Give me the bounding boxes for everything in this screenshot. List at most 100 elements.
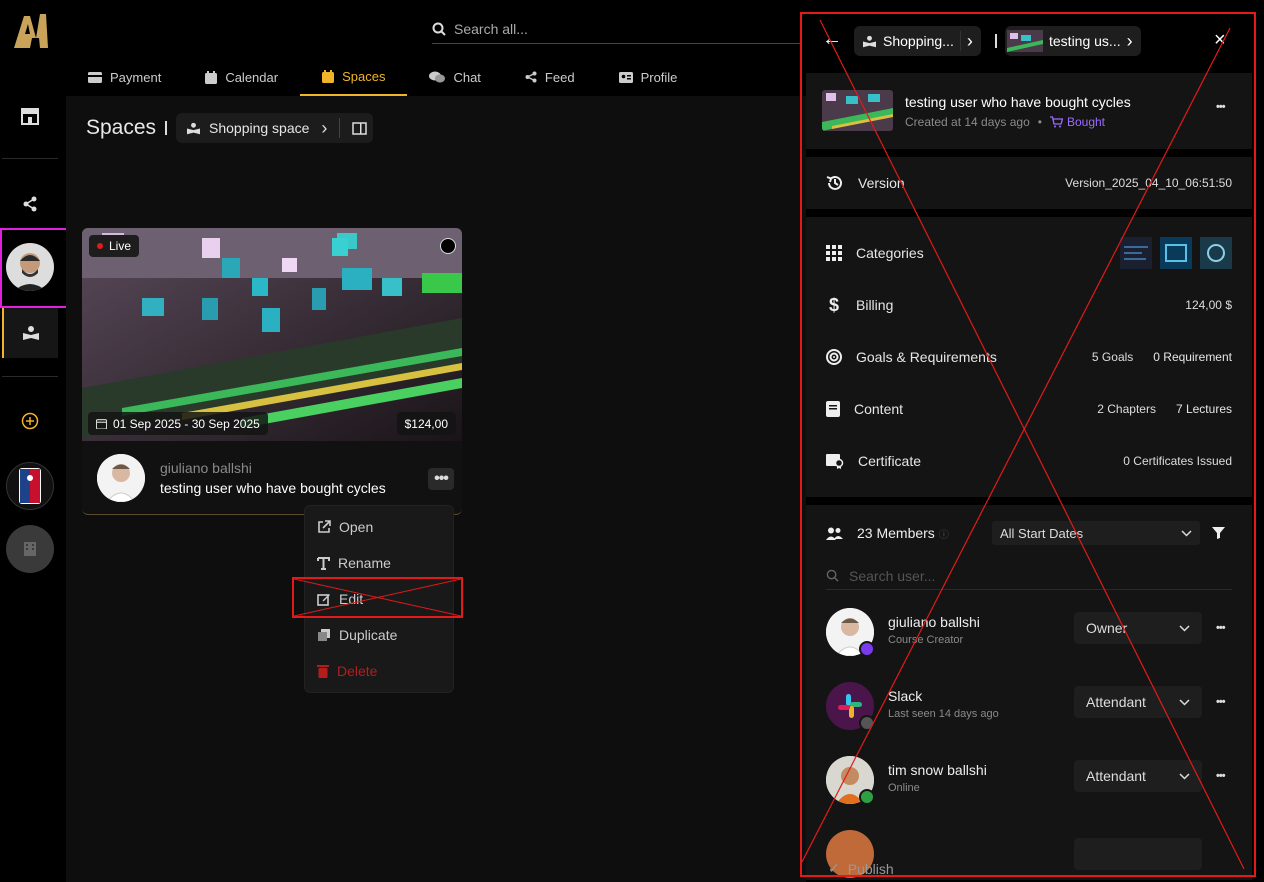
close-icon[interactable]: × bbox=[1214, 29, 1226, 52]
goals-value: 5 Goals bbox=[1091, 350, 1134, 364]
trash-icon bbox=[317, 665, 329, 678]
menu-item-delete[interactable]: Delete bbox=[305, 653, 455, 689]
chevron-right-icon[interactable]: › bbox=[1127, 31, 1133, 52]
building-icon[interactable] bbox=[6, 525, 54, 573]
space-title: testing user who have bought cycles bbox=[160, 480, 386, 496]
member-row[interactable]: Slack Last seen 14 days ago Attendant ••… bbox=[826, 682, 1232, 742]
role-select[interactable]: Attendant bbox=[1074, 686, 1202, 718]
tab-label: Chat bbox=[453, 69, 481, 85]
member-search-input[interactable]: Search user... bbox=[826, 562, 1232, 590]
role-value: Attendant bbox=[1086, 694, 1146, 710]
category-thumbnail bbox=[1160, 237, 1192, 269]
role-select[interactable]: Attendant bbox=[1074, 760, 1202, 792]
filter-icon[interactable] bbox=[1212, 527, 1225, 539]
version-value: Version_2025_04_10_06:51:50 bbox=[1065, 176, 1232, 190]
lectures-value: 7 Lectures bbox=[1175, 402, 1232, 416]
menu-item-rename[interactable]: Rename bbox=[305, 545, 455, 581]
tab-payment[interactable]: Payment bbox=[66, 58, 183, 96]
tab-calendar[interactable]: Calendar bbox=[183, 58, 300, 96]
menu-label: Rename bbox=[338, 555, 391, 571]
space-card[interactable]: Live 01 Sep 2025 - 30 Sep 2025 $124,00 g… bbox=[82, 228, 462, 515]
chevron-down-icon bbox=[1179, 698, 1190, 706]
breadcrumb[interactable]: Shopping space › bbox=[176, 113, 374, 143]
info-icon[interactable]: ⓘ bbox=[939, 526, 949, 541]
tab-chat[interactable]: Chat bbox=[407, 58, 502, 96]
live-badge: Live bbox=[89, 235, 140, 257]
billing-label: Billing bbox=[856, 297, 894, 313]
book-reader-icon bbox=[863, 35, 876, 47]
menu-label: Open bbox=[339, 519, 374, 535]
chevron-right-icon[interactable]: › bbox=[321, 118, 327, 139]
more-options-button[interactable]: ••• bbox=[428, 468, 454, 490]
role-select[interactable]: Owner bbox=[1074, 612, 1202, 644]
ellipsis-icon: ••• bbox=[1216, 622, 1226, 634]
space-cover-image: Live 01 Sep 2025 - 30 Sep 2025 $124,00 bbox=[82, 228, 462, 441]
edit-annotation-box bbox=[292, 577, 463, 618]
live-dot-icon bbox=[97, 243, 103, 249]
store-icon[interactable] bbox=[0, 96, 60, 136]
version-label: Version bbox=[858, 175, 905, 191]
member-row[interactable]: giuliano ballshi Course Creator Owner ••… bbox=[826, 608, 1232, 668]
share-icon[interactable] bbox=[0, 184, 60, 224]
back-arrow-icon[interactable]: ← bbox=[822, 28, 842, 51]
tab-profile[interactable]: Profile bbox=[597, 58, 700, 96]
menu-item-open[interactable]: Open bbox=[305, 509, 455, 545]
chevron-down-icon bbox=[1179, 624, 1190, 632]
category-thumbnail bbox=[1120, 237, 1152, 269]
chevron-down-icon bbox=[1181, 529, 1192, 537]
calendar-icon bbox=[205, 70, 218, 84]
global-search[interactable]: Search all... bbox=[432, 14, 802, 44]
certificate-row[interactable]: Certificate 0 Certificates Issued bbox=[826, 441, 1232, 481]
goals-row[interactable]: Goals & Requirements 5 Goals 0 Requireme… bbox=[826, 337, 1232, 377]
page-title: Spaces bbox=[86, 116, 157, 139]
member-more-button[interactable]: ••• bbox=[1216, 766, 1226, 784]
add-circle-icon[interactable] bbox=[0, 401, 60, 441]
members-header: 23 Members ⓘ bbox=[826, 525, 949, 541]
publish-button[interactable]: ✓ Publish bbox=[828, 860, 894, 877]
billing-value: 124,00 $ bbox=[1185, 298, 1232, 312]
users-icon bbox=[826, 527, 843, 540]
select-radio[interactable] bbox=[440, 238, 456, 254]
target-icon bbox=[826, 349, 842, 365]
ellipsis-icon: ••• bbox=[1216, 696, 1226, 708]
categories-row[interactable]: Categories bbox=[826, 233, 1232, 273]
content-row[interactable]: Content 2 Chapters 7 Lectures bbox=[826, 389, 1232, 429]
sidebar-divider bbox=[2, 376, 58, 377]
chevron-right-icon[interactable]: › bbox=[967, 31, 973, 52]
categories-label: Categories bbox=[856, 245, 924, 261]
search-icon bbox=[432, 22, 446, 36]
details-section: Categories $ Billing 124,00 $ Goals & Re… bbox=[806, 217, 1252, 497]
text-icon bbox=[317, 556, 330, 570]
author-avatar[interactable] bbox=[97, 454, 145, 502]
detail-panel: ← Shopping... › testing us... › × testin… bbox=[806, 16, 1252, 880]
category-thumbnails bbox=[1120, 237, 1232, 269]
member-subtitle: Online bbox=[888, 782, 920, 794]
role-value: Owner bbox=[1086, 620, 1128, 636]
left-sidebar bbox=[0, 0, 72, 882]
member-more-button[interactable]: ••• bbox=[1216, 692, 1226, 710]
member-row[interactable]: tim snow ballshi Online Attendant ••• bbox=[826, 756, 1232, 816]
billing-row[interactable]: $ Billing 124,00 $ bbox=[826, 285, 1232, 325]
check-icon: ✓ bbox=[828, 860, 840, 876]
space-summary: testing user who have bought cycles Crea… bbox=[806, 73, 1252, 149]
tab-feed[interactable]: Feed bbox=[503, 58, 597, 96]
app-logo[interactable] bbox=[10, 8, 52, 52]
role-select[interactable] bbox=[1074, 838, 1202, 870]
members-section: 23 Members ⓘ All Start Dates Search user… bbox=[806, 505, 1252, 880]
book-reader-icon bbox=[187, 122, 200, 134]
user-avatar[interactable] bbox=[6, 243, 54, 291]
chapters-value: 2 Chapters bbox=[1097, 402, 1156, 416]
menu-item-duplicate[interactable]: Duplicate bbox=[305, 617, 455, 653]
panel-layout-icon[interactable] bbox=[352, 121, 368, 135]
nba-space-avatar[interactable] bbox=[6, 462, 54, 510]
spaces-nav-item[interactable] bbox=[2, 308, 58, 358]
more-options-button[interactable]: ••• bbox=[1216, 97, 1226, 115]
member-more-button[interactable]: ••• bbox=[1216, 618, 1226, 636]
history-icon bbox=[826, 175, 842, 190]
panel-crumb-space-item[interactable]: testing us... › bbox=[1005, 26, 1141, 56]
panel-crumb-space[interactable]: Shopping... › bbox=[854, 26, 981, 56]
sidebar-divider bbox=[2, 158, 58, 159]
start-date-select[interactable]: All Start Dates bbox=[992, 521, 1200, 545]
tab-spaces[interactable]: Spaces bbox=[300, 58, 408, 96]
live-label: Live bbox=[109, 239, 132, 253]
